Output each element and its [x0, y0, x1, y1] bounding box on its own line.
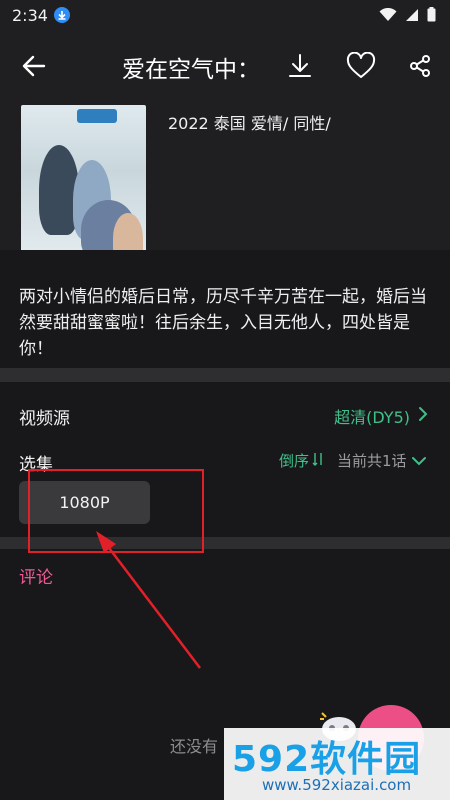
sort-toggle[interactable]: 倒序 — [279, 450, 324, 471]
share-icon[interactable] — [408, 54, 432, 78]
source-label: 视频源 — [19, 409, 70, 429]
back-arrow-icon[interactable] — [20, 52, 48, 80]
download-icon[interactable] — [286, 52, 314, 80]
sort-label: 倒序 — [279, 452, 310, 470]
wifi-icon — [379, 7, 397, 26]
chevron-right-icon — [418, 406, 428, 426]
section-divider — [0, 368, 450, 382]
top-bar: 爱在空气中： — [0, 30, 450, 100]
episode-count-label: 当前共1话 — [337, 452, 407, 470]
movie-description: 两对小情侣的婚后日常，历尽千辛万苦在一起，婚后当然要甜甜蜜蜜啦！往后余生，入目无… — [19, 287, 427, 359]
description-area: 两对小情侣的婚后日常，历尽千辛万苦在一起，婚后当然要甜甜蜜蜜啦！往后余生，入目无… — [0, 250, 450, 368]
episode-count-selector[interactable]: 当前共1话 — [337, 450, 427, 471]
movie-info: 2022 泰国 爱情/ 同性/ — [0, 100, 450, 270]
watermark-url: www.592xiazai.com — [262, 776, 412, 794]
chevron-down-icon — [411, 452, 427, 470]
watermark-logo: 592软件园 — [232, 739, 422, 780]
source-selector[interactable]: 超清(DY5) — [334, 404, 428, 428]
sort-icon — [312, 451, 324, 471]
signal-icon — [405, 7, 419, 26]
annotation-highlight-box — [28, 469, 204, 553]
heart-icon[interactable] — [346, 51, 376, 80]
movie-poster[interactable] — [21, 105, 146, 270]
empty-comments-text: 还没有 — [170, 737, 219, 756]
movie-meta: 2022 泰国 爱情/ 同性/ — [168, 114, 331, 133]
battery-icon — [427, 7, 436, 26]
source-value: 超清(DY5) — [334, 408, 410, 427]
poster-logo — [77, 109, 117, 123]
status-bar: 2:34 — [0, 0, 450, 30]
watermark: 592软件园 www.592xiazai.com — [224, 728, 450, 800]
status-time: 2:34 — [12, 6, 48, 25]
page-title: 爱在空气中： — [122, 57, 252, 82]
download-status-icon — [54, 7, 70, 23]
comments-label: 评论 — [19, 568, 53, 588]
